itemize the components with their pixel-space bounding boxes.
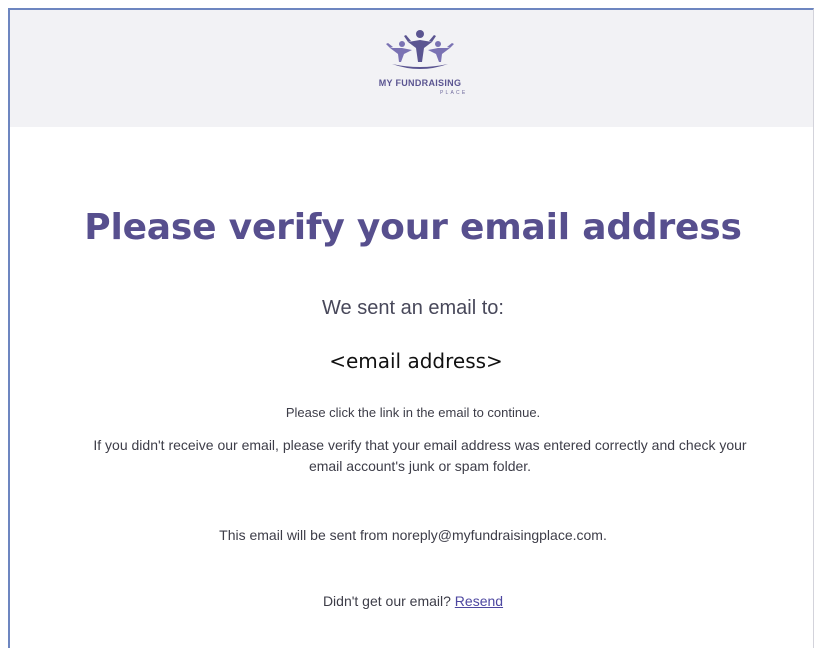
sender-note: This email will be sent from noreply@myf… (219, 527, 607, 543)
logo-text-primary: MY FUNDRAISING (378, 78, 462, 88)
email-verification-page: MY FUNDRAISING PLACE Please verify your … (8, 8, 814, 648)
email-address-display: <email address> (329, 349, 503, 373)
resend-row: Didn't get our email? Resend (10, 593, 816, 609)
sent-to-label: We sent an email to: (322, 297, 504, 319)
brand-logo: MY FUNDRAISING PLACE (350, 28, 490, 108)
page-header: MY FUNDRAISING PLACE (10, 10, 813, 127)
resend-link[interactable]: Resend (455, 593, 503, 609)
page-title: Please verify your email address (84, 207, 742, 248)
help-text: If you didn't receive our email, please … (93, 437, 747, 474)
logo-text-secondary: PLACE (440, 90, 468, 96)
instructions-text: Please click the link in the email to co… (285, 405, 541, 420)
people-celebrating-logo-icon (386, 30, 454, 69)
resend-prompt: Didn't get our email? (322, 593, 455, 609)
